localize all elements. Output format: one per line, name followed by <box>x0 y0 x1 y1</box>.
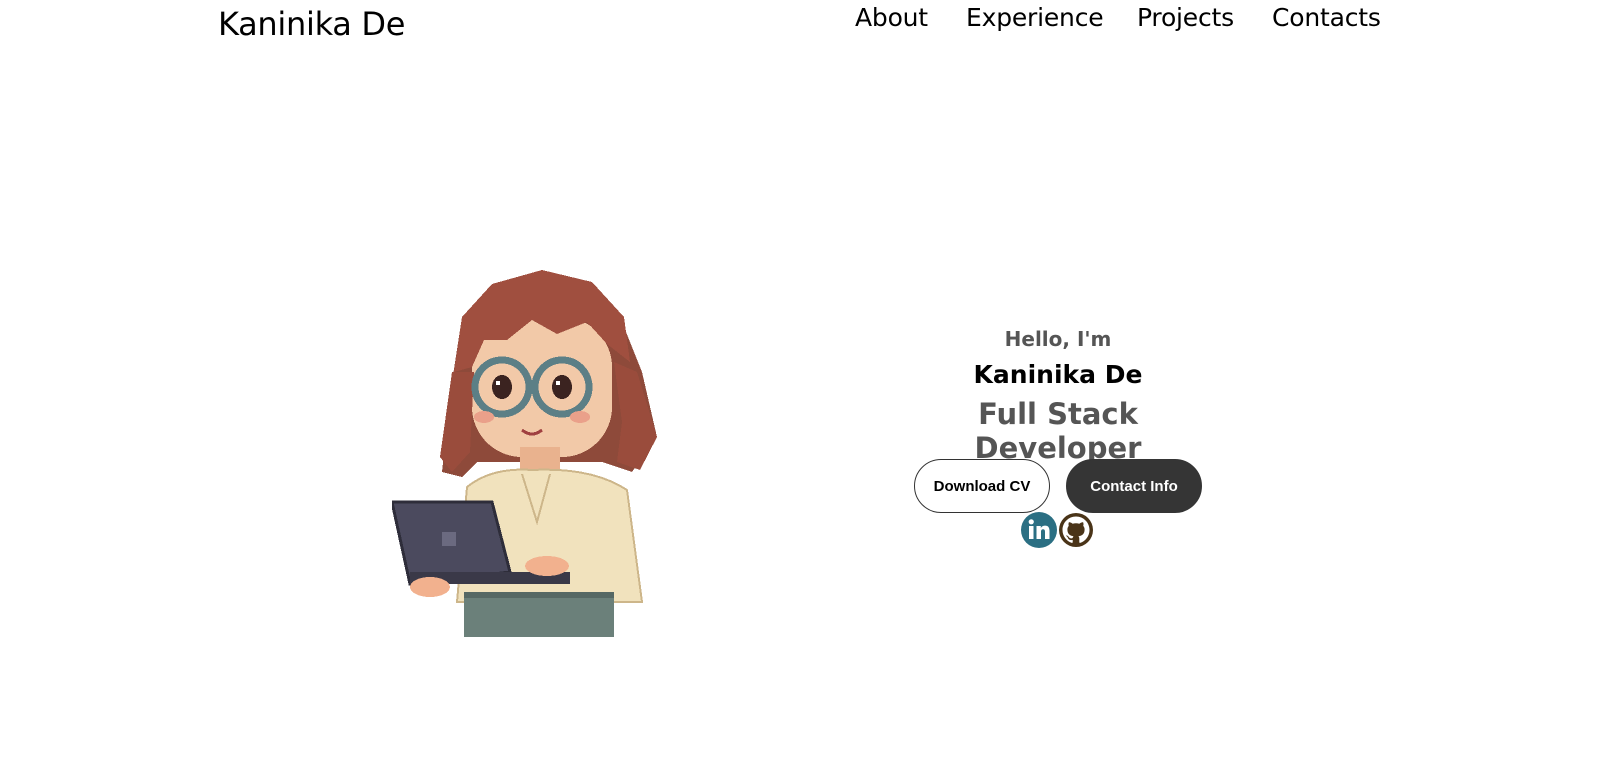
hero-name: Kaninika De <box>973 360 1143 389</box>
nav-contacts[interactable]: Contacts <box>1272 3 1381 32</box>
eye-right <box>552 375 572 399</box>
pants <box>464 592 614 637</box>
nav-experience[interactable]: Experience <box>966 3 1104 32</box>
hero-role: Full Stack Developer <box>974 397 1142 465</box>
download-cv-button[interactable]: Download CV <box>914 459 1050 513</box>
nav-projects[interactable]: Projects <box>1137 3 1234 32</box>
linkedin-icon[interactable] <box>1021 512 1057 548</box>
nav-about[interactable]: About <box>855 3 928 32</box>
contact-info-button[interactable]: Contact Info <box>1066 459 1202 513</box>
greeting: Hello, I'm <box>1004 327 1112 351</box>
hero-text: Hello, I'm Kaninika De Full Stack Develo… <box>900 324 1216 465</box>
avatar-illustration <box>392 270 657 637</box>
github-icon[interactable] <box>1058 512 1094 548</box>
main-nav: About Experience Projects Contacts <box>0 3 1600 43</box>
hand-left <box>410 577 450 597</box>
glasses-bridge <box>527 380 537 386</box>
eye-left <box>492 375 512 399</box>
hand-right <box>525 556 569 576</box>
